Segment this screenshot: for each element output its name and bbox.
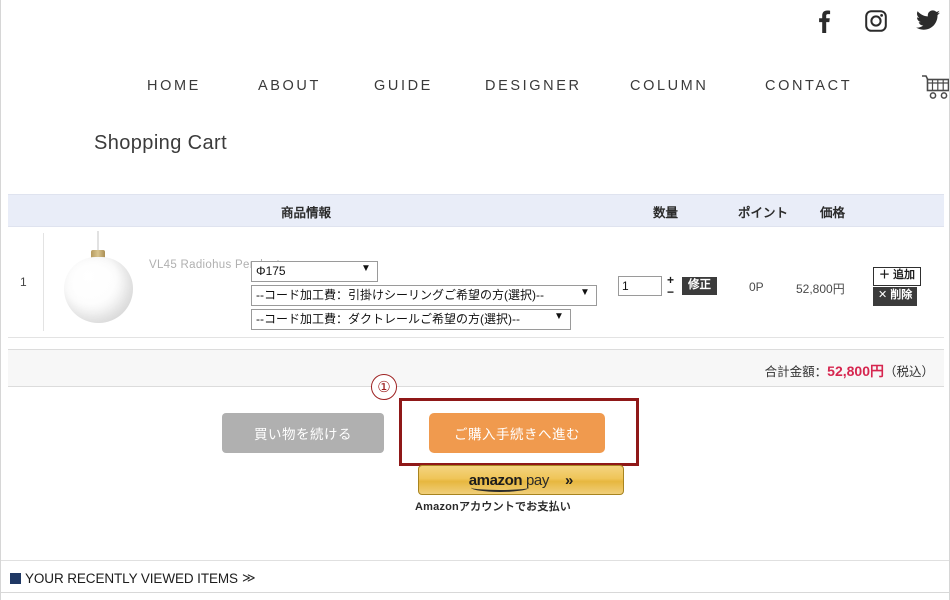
quantity-input[interactable] [618,276,662,296]
duct-rail-cord-select[interactable]: --コード加工費：ダクトレールご希望の方(選択)-- [251,309,571,330]
square-bullet-icon [10,572,21,584]
nav-item-designer[interactable]: DESIGNER [485,78,582,94]
shopping-cart-page: HOME ABOUT GUIDE DESIGNER COLUMN CONTACT… [0,0,950,600]
page-bottom-border [1,592,949,600]
chevron-right-icon: » [564,471,574,489]
nav-item-column[interactable]: COLUMN [630,78,708,94]
stepper-decrement[interactable]: − [667,286,674,298]
main-navigation: HOME ABOUT GUIDE DESIGNER COLUMN CONTACT [1,75,949,106]
footer-divider [1,560,949,561]
column-header-point: ポイント [738,206,789,220]
amazon-pay-caption-wrap: Amazonアカウントでお支払い [1,498,949,514]
facebook-icon[interactable] [811,6,837,36]
pay-wordmark: pay [525,471,549,489]
product-price: 52,800円 [796,282,845,296]
nav-item-about[interactable]: ABOUT [258,78,321,94]
recently-viewed-link[interactable]: YOUR RECENTLY VIEWED ITEMS ≫ [10,570,256,586]
cart-table-header: 商品情報 数量 ポイント 価格 [8,194,944,227]
shopping-cart-icon[interactable] [919,70,949,104]
cell-divider [43,233,44,331]
column-header-price: 価格 [820,206,846,220]
cart-total: 合計金額：52,800円（税込） [765,361,934,381]
column-header-quantity: 数量 [653,206,679,220]
lamp-glass-globe-shape [64,257,133,323]
amazon-pay-button[interactable]: amazon pay » [418,465,624,495]
cart-total-band: 合計金額：52,800円（税込） [8,349,944,387]
nav-item-contact[interactable]: CONTACT [765,78,852,94]
ceiling-cord-select[interactable]: --コード加工費：引掛けシーリングご希望の方(選択)-- [251,285,597,306]
column-header-product: 商品情報 [281,206,332,220]
product-thumbnail[interactable] [51,231,144,333]
delete-item-button[interactable]: ✕ 削除 [873,287,918,306]
nav-item-home[interactable]: HOME [147,78,201,94]
row-number: 1 [20,275,27,289]
add-item-button[interactable]: ＋ 追加 [873,267,922,286]
total-amount: 52,800円 [827,363,884,379]
total-label: 合計金額： [764,365,828,379]
amazon-smile-icon [470,483,529,492]
lamp-cord-shape [97,231,99,251]
continue-shopping-button[interactable]: 買い物を続ける [222,413,384,453]
recently-viewed-label: YOUR RECENTLY VIEWED ITEMS [25,570,238,586]
twitter-icon[interactable] [915,6,941,36]
update-quantity-button[interactable]: 修正 [682,277,717,296]
amazon-pay-logo: amazon pay [469,471,549,492]
proceed-to-checkout-button[interactable]: ご購入手続きへ進む [429,413,605,453]
nav-item-guide[interactable]: GUIDE [374,78,433,94]
total-tax-note: （税込） [883,365,934,379]
annotation-marker-1: ① [371,374,397,400]
product-points: 0P [749,280,764,294]
double-chevron-right-icon: ≫ [241,570,256,585]
amazon-pay-caption: Amazonアカウントでお支払い [415,501,571,513]
page-title: Shopping Cart [94,132,228,154]
size-select[interactable]: Φ175 [251,261,378,282]
social-links [811,0,941,42]
quantity-stepper[interactable]: + − [665,272,676,300]
instagram-icon[interactable] [863,6,889,36]
